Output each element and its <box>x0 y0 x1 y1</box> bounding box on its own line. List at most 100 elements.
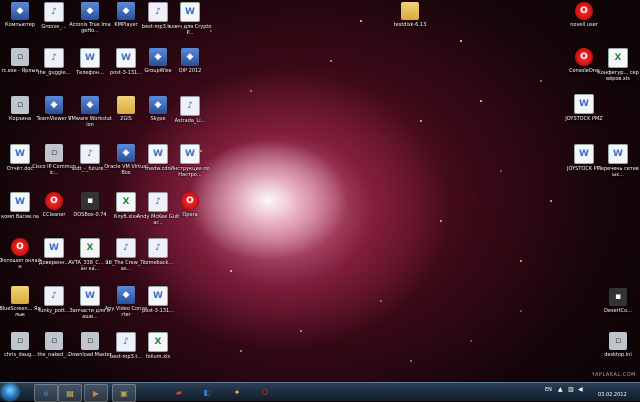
doc-file-icon: W <box>10 144 30 164</box>
ie-icon[interactable]: e <box>34 384 58 402</box>
desktop-icon[interactable]: ◆ QIP 2012 <box>172 48 208 88</box>
desktop-icon[interactable]: ◆ Oracle VM VirtualBox <box>104 144 148 184</box>
desktop-icon[interactable]: O ConsoleOne <box>566 48 602 88</box>
dark-file-icon: ▪ <box>609 288 627 306</box>
desktop-icon[interactable]: W Инструкция по Настро... <box>170 144 210 184</box>
desktop-icon-label: novell user <box>570 22 598 28</box>
xls-file-icon: X <box>608 48 628 68</box>
desktop-icon[interactable]: ◆ Компьютер <box>2 2 38 42</box>
star <box>380 300 382 302</box>
star <box>540 80 542 82</box>
desktop-icon[interactable]: ♪ 10_The Crew_Thas... <box>105 238 147 278</box>
audio-file-icon: ♪ <box>116 332 136 352</box>
desktop-icon[interactable]: ◆ Any Video Converter <box>105 286 147 326</box>
desktop-icon-label: comeback... <box>142 260 174 266</box>
network-icon[interactable]: ◧ <box>196 384 218 400</box>
puzzle-icon[interactable]: ✦ <box>226 384 248 400</box>
language-indicator[interactable]: EN <box>545 387 552 393</box>
start-button[interactable] <box>2 384 18 400</box>
desktop-icon[interactable]: ▪ DesertCo... <box>600 288 636 328</box>
gray-file-icon: ▫ <box>11 96 29 114</box>
desktop-icon[interactable]: O CCleaner <box>36 192 72 232</box>
toolbox-icon[interactable]: ▣ <box>112 384 136 402</box>
desktop-icon[interactable]: X AVTA_338_C... план ка... <box>68 238 112 278</box>
audio-file-icon: ♪ <box>180 96 200 116</box>
desktop-icon[interactable]: ◆ Skype <box>140 96 176 136</box>
app-file-icon: ◆ <box>81 96 99 114</box>
gray-file-icon: ▫ <box>11 48 29 66</box>
desktop-icon[interactable]: Xfolium.xls <box>140 332 176 372</box>
desktop-icon[interactable]: ◆ TeamViewer 8 <box>36 96 72 136</box>
desktop-icon[interactable]: ♪ best-mp3.t... <box>140 2 176 42</box>
opera-icon[interactable]: O <box>254 384 276 400</box>
desktop-icon[interactable]: X Конфигур... сервёров.xls <box>597 48 639 88</box>
star <box>360 20 362 22</box>
desktop-icon[interactable]: O Фотошоп онлайн <box>0 238 41 278</box>
desktop-icon-label: folium.xls <box>145 354 171 360</box>
doc-file-icon: W <box>44 238 64 258</box>
audio-file-icon: ♪ <box>148 192 168 212</box>
folder-file-icon <box>11 286 29 304</box>
star <box>440 220 442 222</box>
desktop-icon[interactable]: ◆ Acronis True ImageHo... <box>69 2 111 42</box>
media-player-icon[interactable]: ▶ <box>84 384 108 402</box>
desktop-icon[interactable]: W JOYSTOCK PM <box>566 144 602 184</box>
desktop-icon[interactable]: W JOYSTOCK PMZ <box>565 94 603 134</box>
gray-file-icon: ▫ <box>11 332 29 350</box>
star <box>500 170 502 172</box>
tray-arrow-icon[interactable]: ▲ <box>558 386 563 393</box>
desktop-icon[interactable]: ◆ VMware Workstation <box>68 96 112 136</box>
xls-file-icon: X <box>116 192 136 212</box>
app-file-icon: ◆ <box>81 2 99 20</box>
desktop-icon[interactable]: ♪ the_guggle... <box>36 48 72 88</box>
doc-file-icon: W <box>148 144 168 164</box>
desktop-icon[interactable]: ▪ DOSBox-0.74 <box>72 192 108 232</box>
star <box>410 360 412 362</box>
app-red-icon[interactable]: ▰ <box>168 384 190 400</box>
red-file-icon: O <box>575 2 593 20</box>
desktop-icon[interactable]: ♪ Groove_... <box>36 2 72 42</box>
red-file-icon: O <box>45 192 63 210</box>
desktop-icon[interactable]: BlueScreen... Ярлык <box>0 286 41 326</box>
doc-file-icon: W <box>148 286 168 306</box>
desktop-icon[interactable]: W Перечень сетевых... <box>597 144 639 184</box>
desktop-icon[interactable]: Onovell user <box>566 2 602 42</box>
doc-file-icon: W <box>608 144 628 164</box>
desktop-icon[interactable]: W Запчасти для маши... <box>69 286 111 326</box>
desktop-icon[interactable]: X Клуб.xlsx <box>108 192 144 232</box>
desktop-icon[interactable]: ▫ Download Master <box>68 332 112 372</box>
star <box>240 350 242 352</box>
desktop-icon[interactable]: ♪ funky_pott... <box>36 286 72 326</box>
desktop-icon[interactable]: ♪ Astrada_Li... <box>172 96 208 136</box>
red-file-icon: O <box>11 238 29 256</box>
desktop-icon[interactable]: ◆ KMPlayer <box>108 2 144 42</box>
desktop-icon[interactable]: ▫ Cisco IP Communic... <box>32 144 76 184</box>
red-file-icon: O <box>575 48 593 66</box>
desktop-icon[interactable]: ▫ desktop.ini <box>600 332 636 372</box>
desktop-icon[interactable]: W Доверенн... <box>36 238 72 278</box>
desktop-icon[interactable]: ▫ rc.exe - Ярлык <box>2 48 38 88</box>
desktop-icon[interactable]: Wpost-3-131... <box>140 286 176 326</box>
folder-file-icon <box>401 2 419 20</box>
desktop-icon[interactable]: testdisk-6.13 <box>392 2 428 42</box>
desktop-icon[interactable]: O Opera <box>172 192 208 232</box>
volume-tray-icon[interactable]: ◀ <box>578 386 583 393</box>
desktop-icon[interactable]: Wключ для CryptoP... <box>169 2 211 42</box>
network-tray-icon[interactable]: ▥ <box>568 386 574 393</box>
date-label[interactable]: 03.02.2012 <box>598 392 627 398</box>
desktop-icon-label: QIP 2012 <box>178 68 202 74</box>
doc-file-icon: W <box>180 2 200 22</box>
desktop-icon[interactable]: ▫ the_naked_... <box>36 332 72 372</box>
desktop-icon[interactable]: ♪ comeback... <box>140 238 176 278</box>
desktop-icon[interactable]: ♪ best-mp3.t... <box>108 332 144 372</box>
explorer-folder-icon[interactable]: ▤ <box>58 384 82 402</box>
desktop-icon[interactable]: W Телефон... <box>72 48 108 88</box>
star <box>520 260 522 262</box>
desktop-icon[interactable]: ♪ stdt_-_future... <box>72 144 108 184</box>
doc-file-icon: W <box>180 144 200 164</box>
star <box>550 200 552 202</box>
desktop-icon[interactable]: Wmedw.cdn <box>140 144 176 184</box>
doc-file-icon: W <box>10 192 30 212</box>
desktop-icon-label: testdisk-6.13 <box>393 22 427 28</box>
dark-file-icon: ▪ <box>81 192 99 210</box>
